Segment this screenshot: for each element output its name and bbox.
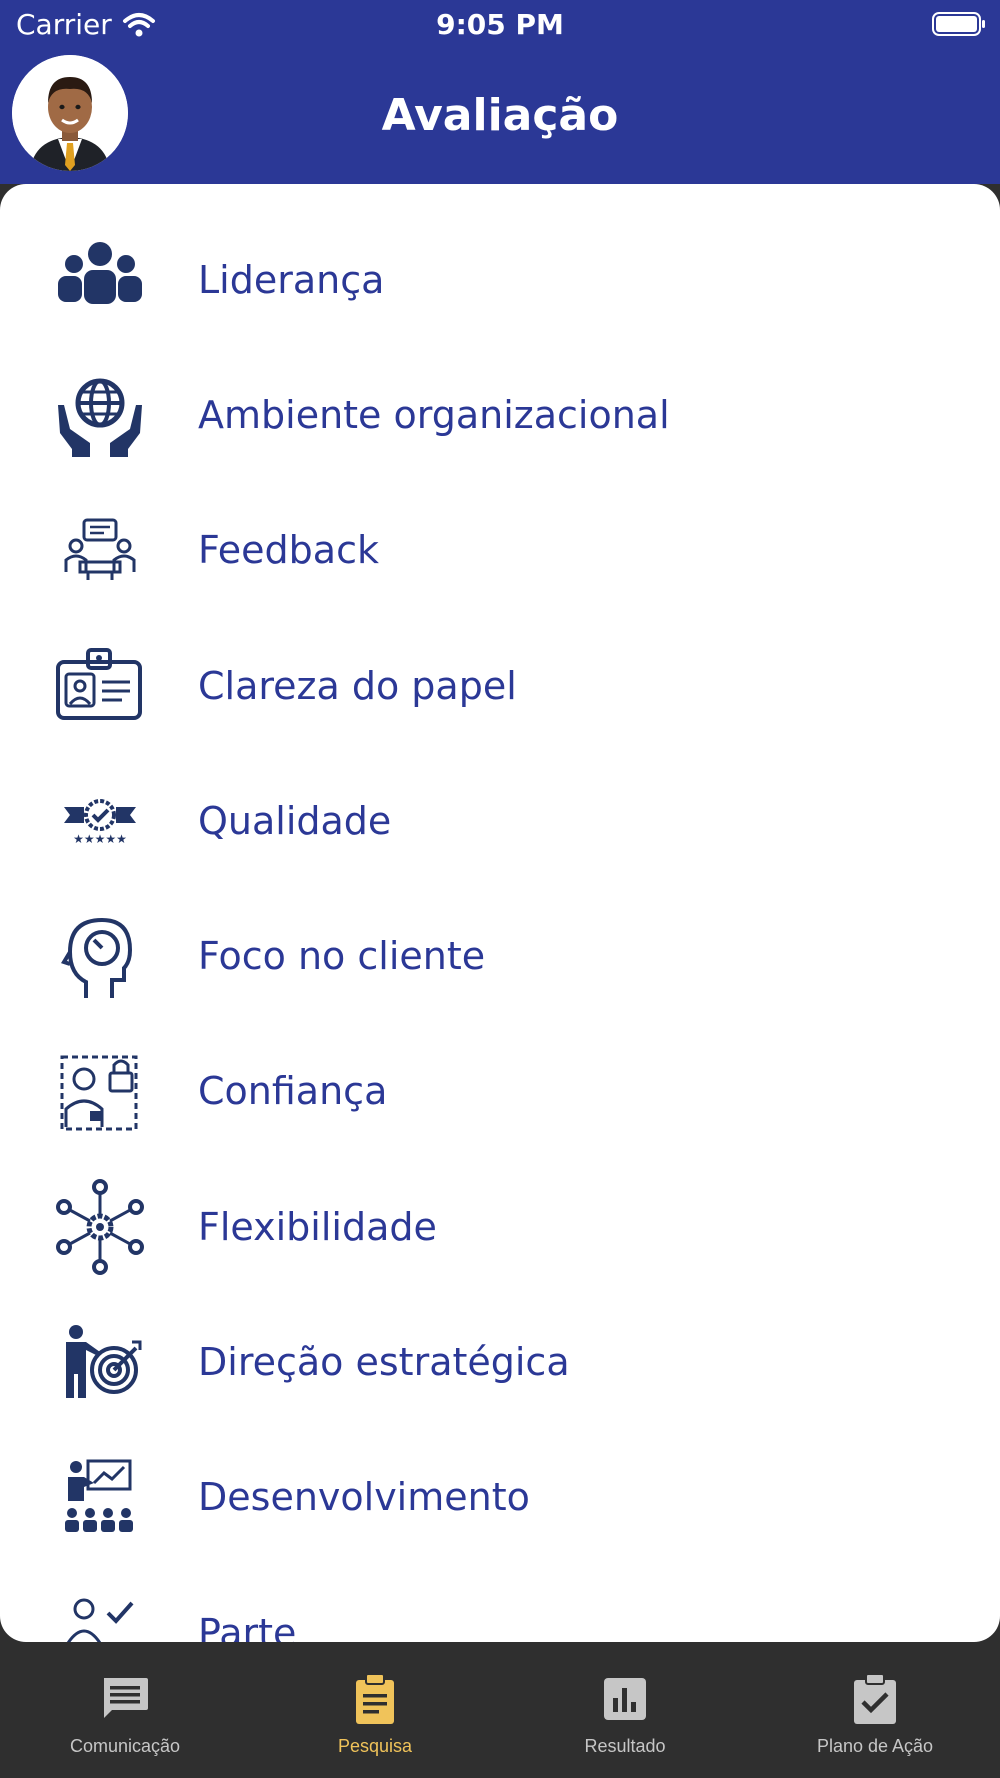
tab-resultado[interactable]: Resultado: [500, 1642, 750, 1778]
list-item-ambiente-organizacional[interactable]: Ambiente organizacional: [0, 347, 1000, 482]
list-item-label: Clareza do papel: [198, 663, 517, 708]
tab-label: Resultado: [584, 1736, 666, 1756]
id-badge-icon: [56, 647, 142, 720]
list-item-qualidade[interactable]: ★★★★★ Qualidade: [0, 753, 1000, 888]
message-icon: [104, 1678, 148, 1718]
tab-plano-de-acao[interactable]: Plano de Ação: [750, 1642, 1000, 1778]
status-bar: Carrier 9:05 PM: [0, 0, 1000, 50]
list-item-label: Parte: [198, 1610, 297, 1642]
list-item-clareza-do-papel[interactable]: Clareza do papel: [0, 618, 1000, 753]
tab-label: Pesquisa: [337, 1736, 413, 1756]
list-item-confianca[interactable]: Confiança: [0, 1024, 1000, 1159]
list-item-parte[interactable]: Parte: [0, 1565, 1000, 1642]
gear-network-icon: [56, 1178, 144, 1275]
list-item-label: Flexibilidade: [198, 1204, 437, 1249]
tab-pesquisa[interactable]: Pesquisa: [250, 1642, 500, 1778]
meeting-chat-icon: [64, 518, 136, 581]
list-item-foco-no-cliente[interactable]: Foco no cliente: [0, 888, 1000, 1023]
list-item-lideranca[interactable]: Liderança: [0, 212, 1000, 347]
head-gauge-icon: [61, 918, 133, 999]
bottom-tab-bar: Comunicação Pesquisa Resultado Plano de …: [0, 1642, 1000, 1778]
status-time: 9:05 PM: [436, 8, 564, 41]
list-item-feedback[interactable]: Feedback: [0, 483, 1000, 618]
app-header: Carrier 9:05 PM Avaliação: [0, 0, 1000, 184]
list-item-desenvolvimento[interactable]: Desenvolvimento: [0, 1430, 1000, 1565]
evaluation-list: Liderança Ambiente organizacional Feedba…: [0, 212, 1000, 1642]
list-item-label: Direção estratégica: [198, 1340, 570, 1385]
list-item-label: Confiança: [198, 1069, 388, 1114]
globe-in-hands-icon: [58, 378, 142, 457]
list-item-label: Liderança: [198, 257, 385, 302]
list-item-label: Foco no cliente: [198, 934, 486, 979]
tab-comunicacao[interactable]: Comunicação: [0, 1642, 250, 1778]
tab-label: Plano de Ação: [816, 1736, 934, 1756]
list-item-direcao-estrategica[interactable]: Direção estratégica: [0, 1294, 1000, 1429]
person-lock-icon: [60, 1055, 138, 1131]
list-item-label: Desenvolvimento: [198, 1475, 530, 1520]
clipboard-check-icon: [854, 1673, 896, 1724]
page-title: Avaliação: [381, 90, 619, 141]
person-target-icon: [66, 1325, 142, 1399]
battery-icon: [932, 12, 985, 36]
list-item-label: Ambiente organizacional: [198, 392, 670, 437]
list-item-flexibilidade[interactable]: Flexibilidade: [0, 1159, 1000, 1294]
bar-chart-icon: [604, 1678, 646, 1720]
list-item-label: Feedback: [198, 528, 379, 573]
people-check-icon: [66, 1598, 134, 1642]
team-icon: [58, 241, 142, 304]
presentation-icon: [65, 1459, 133, 1533]
evaluation-card: Liderança Ambiente organizacional Feedba…: [0, 184, 1000, 1642]
svg-text:★★★★★: ★★★★★: [73, 832, 127, 846]
list-item-label: Qualidade: [198, 798, 392, 843]
clipboard-icon: [356, 1673, 394, 1724]
quality-badge-icon: ★★★★★: [64, 798, 136, 846]
tab-label: Comunicação: [69, 1736, 181, 1756]
